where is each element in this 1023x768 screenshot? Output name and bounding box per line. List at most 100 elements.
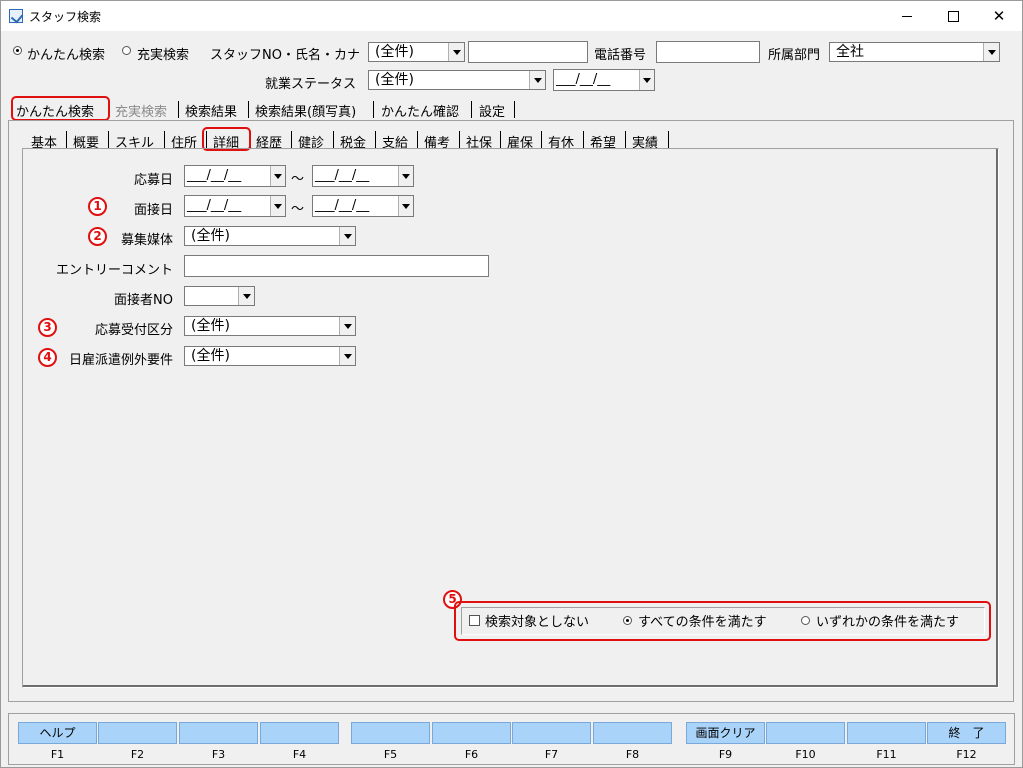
match-all-label[interactable]: すべての条件を満たす xyxy=(638,611,767,630)
mode-full-label[interactable]: 充実検索 xyxy=(137,44,189,63)
staff-search-input[interactable] xyxy=(468,41,588,63)
chevron-down-icon[interactable] xyxy=(339,347,355,365)
range-tilde: ～ xyxy=(291,172,305,187)
match-all-radio[interactable] xyxy=(623,616,632,625)
exclude-checkbox[interactable] xyxy=(469,615,480,626)
tab-results-photo[interactable]: 検索結果(顔写真) xyxy=(255,101,356,120)
fkey-f6-label: F6 xyxy=(464,748,479,761)
subtab-separator xyxy=(164,131,165,149)
fkey-f5-button[interactable] xyxy=(351,722,430,744)
chevron-down-icon[interactable] xyxy=(639,70,654,90)
fkey-f9-label: F9 xyxy=(718,748,733,761)
phone-input[interactable] xyxy=(656,41,760,63)
subtab-separator xyxy=(459,131,460,149)
dispatch-exception-label: 日雇派遣例外要件 xyxy=(68,353,173,368)
apply-date-from[interactable]: ___/__/__ xyxy=(184,165,286,187)
dept-combo[interactable]: 全社 xyxy=(829,42,1000,62)
fkey-f6-button[interactable] xyxy=(432,722,511,744)
fkey-f1-label: F1 xyxy=(50,748,65,761)
subtab-separator xyxy=(291,131,292,149)
title-bar: スタッフ検索 ✕ xyxy=(1,1,1022,31)
chevron-down-icon[interactable] xyxy=(270,166,285,186)
interview-date-from[interactable]: ___/__/__ xyxy=(184,195,286,217)
media-combo-value: (全件) xyxy=(191,228,230,244)
apply-date-label: 応募日 xyxy=(133,173,173,188)
tab-search-results[interactable]: 検索結果 xyxy=(185,101,237,120)
staff-combo-value: (全件) xyxy=(375,44,414,60)
annotation-4: 4 xyxy=(38,348,57,367)
fkey-f8-button[interactable] xyxy=(593,722,672,744)
status-combo[interactable]: (全件) xyxy=(368,70,546,90)
tab-separator xyxy=(514,101,515,118)
fkey-f12-button[interactable]: 終 了 xyxy=(927,722,1006,744)
dispatch-exception-combo[interactable]: (全件) xyxy=(184,346,356,366)
dept-label: 所属部門 xyxy=(768,48,821,63)
tab-settings[interactable]: 設定 xyxy=(479,101,505,120)
mode-full-radio[interactable] xyxy=(122,46,131,55)
chevron-down-icon[interactable] xyxy=(270,196,285,216)
tab-separator xyxy=(373,101,374,118)
chevron-down-icon[interactable] xyxy=(339,227,355,245)
date-value: ___/__/__ xyxy=(315,198,370,213)
fkey-f1-button[interactable]: ヘルプ xyxy=(18,722,97,744)
chevron-down-icon[interactable] xyxy=(398,196,413,216)
subtab-separator xyxy=(583,131,584,149)
subtab-separator xyxy=(375,131,376,149)
media-combo[interactable]: (全件) xyxy=(184,226,356,246)
date-value: ___/__/__ xyxy=(187,198,242,213)
entry-comment-label: エントリーコメント xyxy=(55,263,173,278)
date-value: ___/__/__ xyxy=(187,168,242,183)
window-title: スタッフ検索 xyxy=(29,10,102,24)
fkey-f10-label: F10 xyxy=(795,748,816,761)
fkey-f3-button[interactable] xyxy=(179,722,258,744)
fkey-f5-label: F5 xyxy=(383,748,398,761)
fkey-f7-button[interactable] xyxy=(512,722,591,744)
fkey-f4-button[interactable] xyxy=(260,722,339,744)
exclude-label[interactable]: 検索対象としない xyxy=(485,611,589,630)
staff-combo[interactable]: (全件) xyxy=(368,42,465,62)
mode-easy-radio[interactable] xyxy=(13,46,22,55)
close-button[interactable]: ✕ xyxy=(976,1,1022,31)
match-any-radio[interactable] xyxy=(801,616,810,625)
interviewer-combo[interactable] xyxy=(184,286,255,306)
subtab-separator xyxy=(417,131,418,149)
apply-class-value: (全件) xyxy=(191,318,230,334)
interview-date-to[interactable]: ___/__/__ xyxy=(312,195,414,217)
fkey-f4-label: F4 xyxy=(292,748,307,761)
chevron-down-icon[interactable] xyxy=(339,317,355,335)
apply-date-to[interactable]: ___/__/__ xyxy=(312,165,414,187)
chevron-down-icon[interactable] xyxy=(398,166,413,186)
entry-comment-input[interactable] xyxy=(184,255,489,277)
interview-date-label: 面接日 xyxy=(133,203,173,218)
status-date-value: ___/__/__ xyxy=(556,72,611,87)
chevron-down-icon[interactable] xyxy=(448,43,464,61)
tab-easy-confirm[interactable]: かんたん確認 xyxy=(381,101,459,120)
subtab-separator xyxy=(500,131,501,149)
chevron-down-icon[interactable] xyxy=(529,71,545,89)
fkey-f9-button[interactable]: 画面クリア xyxy=(686,722,765,744)
fkey-f10-button[interactable] xyxy=(766,722,845,744)
fkey-f3-label: F3 xyxy=(211,748,226,761)
tab-full-search[interactable]: 充実検索 xyxy=(115,101,167,120)
subtab-separator xyxy=(541,131,542,149)
chevron-down-icon[interactable] xyxy=(983,43,999,61)
highlight-box-tab xyxy=(11,96,110,121)
maximize-button[interactable] xyxy=(930,1,976,31)
fkey-f2-button[interactable] xyxy=(98,722,177,744)
fkey-f7-label: F7 xyxy=(544,748,559,761)
minimize-button[interactable] xyxy=(884,1,930,31)
mode-easy-label[interactable]: かんたん検索 xyxy=(27,44,105,63)
subtab-separator xyxy=(108,131,109,149)
subtab-separator xyxy=(333,131,334,149)
match-any-label[interactable]: いずれかの条件を満たす xyxy=(816,611,959,630)
range-tilde: ～ xyxy=(291,202,305,217)
status-date-field[interactable]: ___/__/__ xyxy=(553,69,655,91)
subtab-separator xyxy=(625,131,626,149)
interviewer-label: 面接者NO xyxy=(114,293,173,308)
staff-search-label: スタッフNO・氏名・カナ xyxy=(210,48,360,63)
chevron-down-icon[interactable] xyxy=(238,287,254,305)
status-combo-value: (全件) xyxy=(375,72,414,88)
apply-class-combo[interactable]: (全件) xyxy=(184,316,356,336)
fkey-f11-button[interactable] xyxy=(847,722,926,744)
dispatch-exception-value: (全件) xyxy=(191,348,230,364)
